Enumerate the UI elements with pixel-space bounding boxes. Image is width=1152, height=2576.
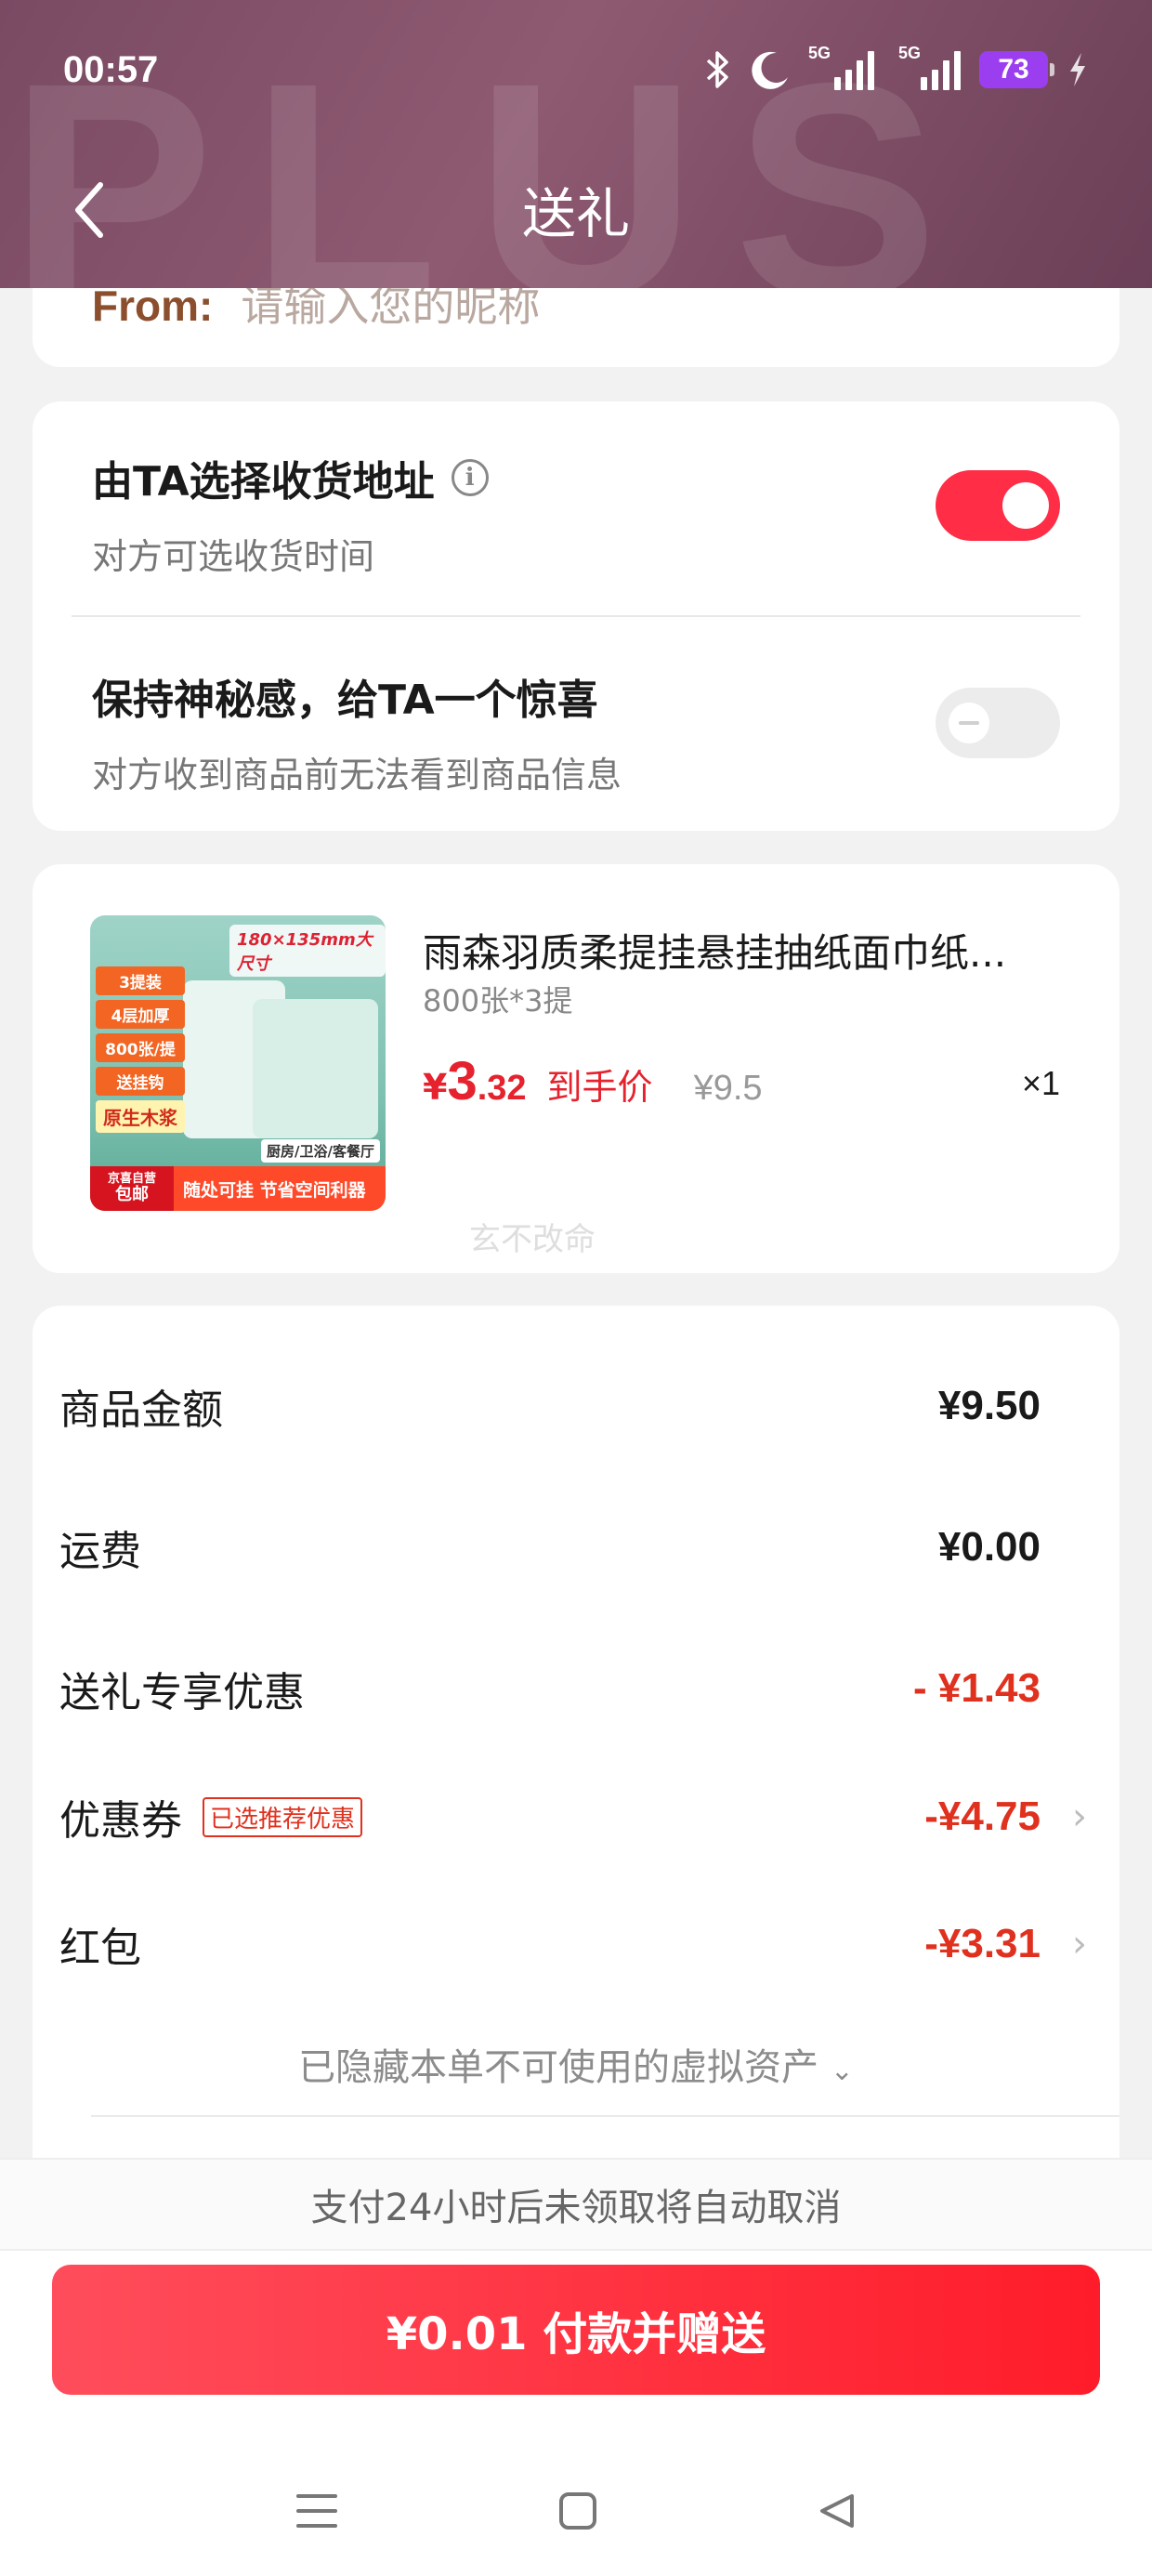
address-toggle[interactable]: [936, 470, 1060, 541]
hidden-assets-toggle[interactable]: 已隐藏本单不可使用的虚拟资产 ⌄: [0, 2037, 1152, 2091]
product-image-rooms: 厨房/卫浴/客餐厅: [261, 1139, 380, 1163]
bluetooth-icon: [706, 51, 728, 88]
from-label: From:: [92, 282, 214, 330]
address-option-title: 由TA选择收货地址: [92, 458, 435, 506]
system-nav-bar: [0, 2474, 1152, 2548]
status-time: 00:57: [63, 48, 159, 90]
header: PLUS 00:57 5G 5G 73 送礼: [0, 0, 1152, 288]
signal-icon: 5G: [808, 44, 874, 90]
summary-row-goods: 商品金额 ¥9.50: [59, 1373, 1152, 1439]
product-spec: 800张*3提: [423, 983, 573, 1019]
price-decimal: .32: [477, 1069, 527, 1108]
summary-label-wrap: 优惠券 已选推荐优惠: [59, 1787, 363, 1847]
product-quantity: ×1: [1021, 1064, 1060, 1102]
order-summary-card: [33, 1306, 1119, 2235]
address-option: 由TA选择收货地址 i 对方可选收货时间: [92, 448, 1060, 579]
charging-icon: [1070, 53, 1085, 86]
chevron-down-icon: ⌄: [830, 2055, 854, 2087]
cancel-notice: 支付24小时后未领取将自动取消: [0, 2158, 1152, 2251]
chevron-right-icon[interactable]: ›: [1072, 1923, 1087, 1965]
mystery-toggle[interactable]: [936, 688, 1060, 758]
mystery-option-subtitle: 对方收到商品前无法看到商品信息: [92, 755, 622, 795]
coupon-badge: 已选推荐优惠: [203, 1796, 363, 1837]
toggle-knob: [949, 703, 989, 743]
product-card[interactable]: 180×135mm大尺寸 3提装 4层加厚 800张/提 送挂钩 原生木浆 厨房…: [33, 864, 1119, 1273]
network-type-1: 5G: [808, 44, 831, 62]
summary-row-shipping: 运费 ¥0.00: [59, 1515, 1152, 1580]
summary-row-gift-discount: 送礼专享优惠 - ¥1.43: [59, 1656, 1152, 1721]
page-title: 送礼: [521, 182, 630, 245]
moon-icon: [752, 51, 788, 89]
summary-label: 商品金额: [59, 1387, 223, 1434]
product-image-tag: 原生木浆: [96, 1100, 185, 1133]
product-image-tag: 3提装: [96, 966, 185, 995]
summary-label: 红包: [59, 1925, 141, 1972]
nav-bar: 送礼: [0, 163, 1152, 256]
product-pack-shape: [253, 999, 378, 1138]
battery-level: 73: [998, 54, 1029, 85]
summary-value: ¥9.50: [937, 1383, 1041, 1428]
summary-value: ¥0.00: [937, 1524, 1041, 1570]
product-image-tag: 送挂钩: [96, 1067, 185, 1096]
product-image-size: 180×135mm大尺寸: [229, 925, 386, 977]
menu-icon[interactable]: [295, 2491, 339, 2531]
status-bar: 00:57 5G 5G 73: [0, 37, 1152, 102]
divider: [72, 615, 1080, 617]
network-type-2: 5G: [898, 44, 922, 62]
product-image-tag: 4层加厚: [96, 1000, 185, 1029]
back-icon[interactable]: [65, 177, 121, 243]
summary-value: -¥3.31: [924, 1921, 1041, 1966]
product-image-badge: 京喜自营 包邮: [90, 1166, 174, 1211]
mystery-option: 保持神秘感，给TA一个惊喜 对方收到商品前无法看到商品信息: [92, 666, 1060, 797]
home-icon[interactable]: [557, 2491, 598, 2531]
product-image-slogan: 随处可挂 节省空间利器: [183, 1179, 366, 1201]
back-nav-icon[interactable]: [817, 2491, 857, 2531]
product-image-banner: 京喜自营 包邮 随处可挂 节省空间利器: [90, 1166, 386, 1211]
battery-icon: 73: [979, 51, 1054, 88]
product-name[interactable]: 雨森羽质柔提挂悬挂抽纸面巾纸...: [423, 922, 1092, 979]
gift-options-card: 由TA选择收货地址 i 对方可选收货时间 保持神秘感，给TA一个惊喜 对方收到商…: [33, 401, 1119, 831]
summary-label: 送礼专享优惠: [59, 1669, 305, 1716]
divider: [91, 2115, 1119, 2117]
bottom-bar: 支付24小时后未领取将自动取消 ¥0.01 付款并赠送: [0, 2158, 1152, 2576]
hidden-assets-text: 已隐藏本单不可使用的虚拟资产: [298, 2046, 819, 2089]
from-row: From:: [92, 281, 892, 331]
summary-value: -¥4.75: [924, 1794, 1041, 1839]
signal-icon: 5G: [893, 44, 961, 90]
badge-line2: 包邮: [115, 1185, 149, 1205]
price-row: ¥ 3 .32 到手价 ¥9.5: [423, 1050, 763, 1112]
product-image-tags: 3提装 4层加厚 800张/提 送挂钩 原生木浆: [96, 966, 185, 1133]
address-option-title-row: 由TA选择收货地址 i: [92, 448, 1060, 507]
summary-row-coupon[interactable]: 优惠券 已选推荐优惠 -¥4.75 ›: [59, 1784, 1152, 1849]
price-integer: 3: [447, 1051, 478, 1111]
product-image[interactable]: 180×135mm大尺寸 3提装 4层加厚 800张/提 送挂钩 原生木浆 厨房…: [90, 915, 386, 1211]
status-icons: 5G 5G 73: [704, 44, 1089, 90]
original-price: ¥9.5: [693, 1069, 763, 1108]
summary-row-red-packet[interactable]: 红包 -¥3.31 ›: [59, 1912, 1152, 1977]
summary-label: 优惠券: [59, 1797, 182, 1845]
address-option-subtitle: 对方可选收货时间: [92, 536, 375, 577]
summary-value: - ¥1.43: [913, 1665, 1041, 1711]
price-currency: ¥: [423, 1067, 448, 1108]
mystery-option-title: 保持神秘感，给TA一个惊喜: [92, 677, 598, 724]
pay-and-gift-button[interactable]: ¥0.01 付款并赠送: [52, 2265, 1100, 2395]
overlay-watermark: 玄不改命: [469, 1221, 596, 1258]
summary-label: 运费: [59, 1528, 141, 1575]
product-image-tag: 800张/提: [96, 1033, 185, 1062]
price-label: 到手价: [546, 1067, 653, 1108]
chevron-right-icon[interactable]: ›: [1072, 1795, 1087, 1838]
info-icon[interactable]: i: [451, 459, 489, 496]
nickname-input[interactable]: [241, 281, 892, 331]
